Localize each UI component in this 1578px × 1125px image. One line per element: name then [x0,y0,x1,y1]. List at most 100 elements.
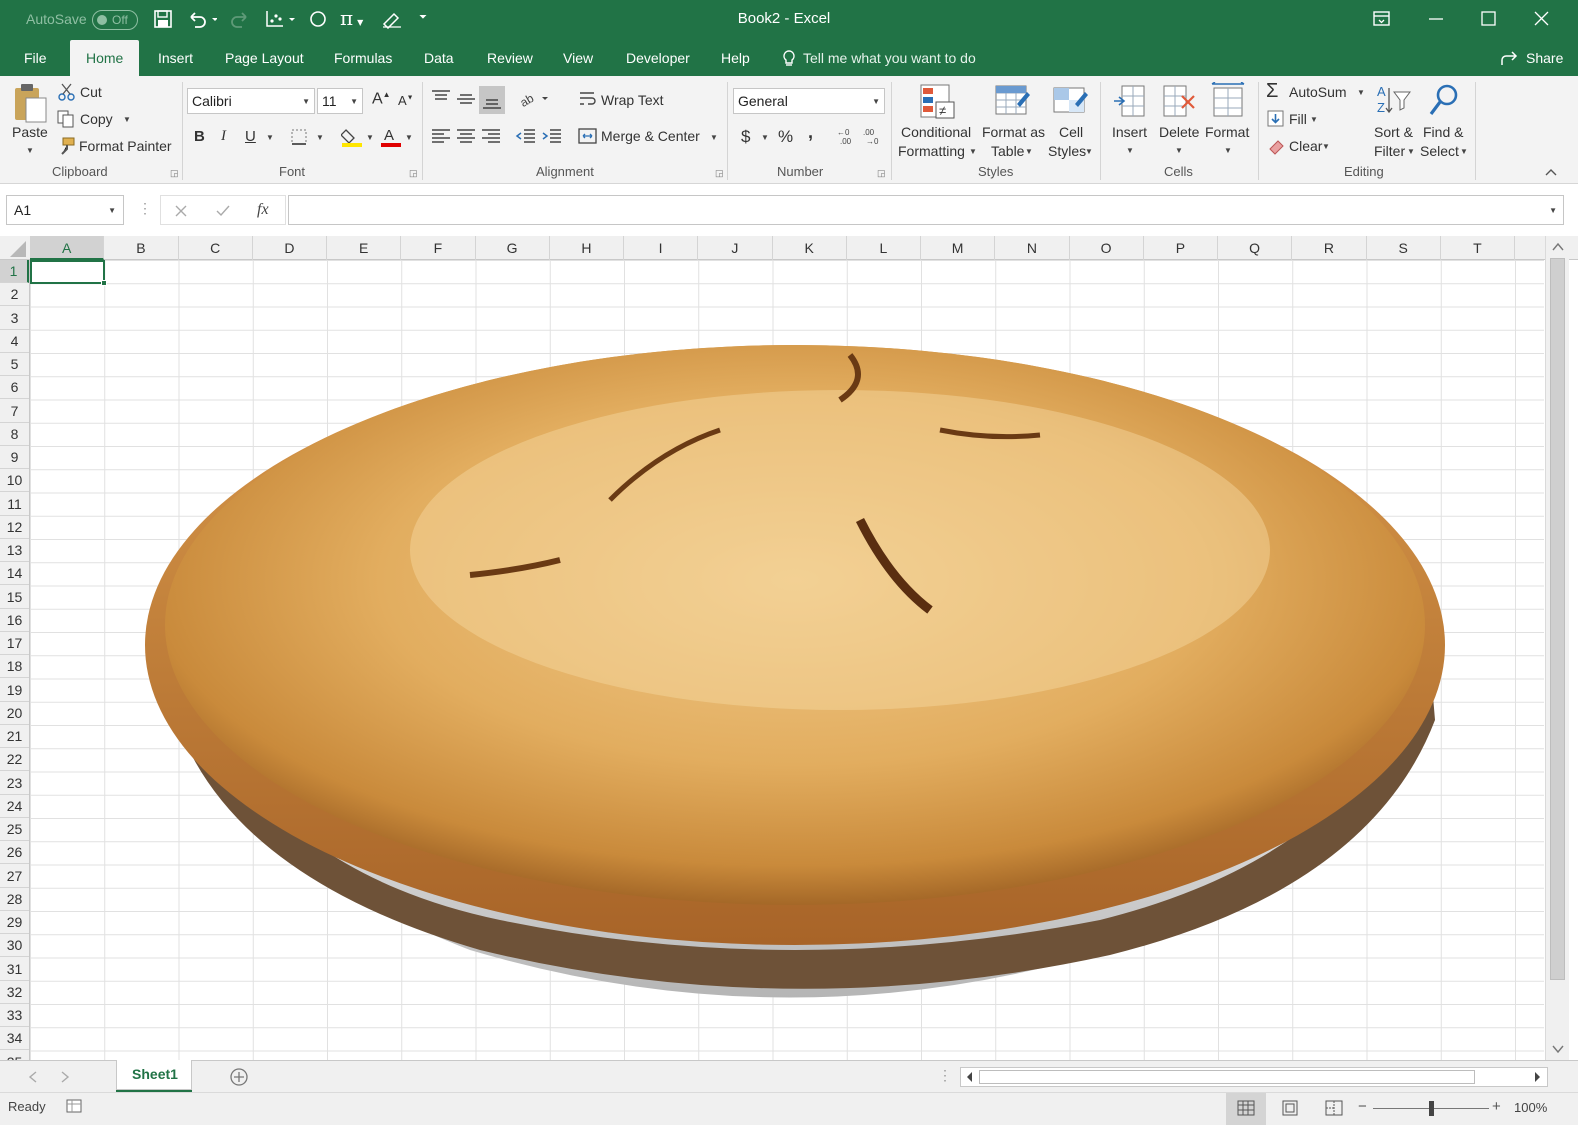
row-header-1[interactable]: 1 [0,260,29,283]
normal-view-button[interactable] [1226,1093,1266,1125]
row-header-21[interactable]: 21 [0,725,29,748]
tell-me-search[interactable]: Tell me what you want to do [803,40,976,76]
row-header-17[interactable]: 17 [0,632,29,655]
share-icon[interactable] [1500,50,1520,68]
next-sheet-icon[interactable] [60,1071,70,1083]
column-header-m[interactable]: M [921,236,996,260]
chevron-down-icon[interactable]: ▼ [1460,147,1468,156]
page-layout-view-icon[interactable] [1281,1100,1299,1116]
find-select-label-1[interactable]: Find & [1423,124,1463,140]
previous-sheet-icon[interactable] [28,1071,38,1083]
bottom-align-button[interactable] [479,86,505,114]
merge-dropdown-icon[interactable]: ▼ [710,133,718,142]
currency-button[interactable]: $ [741,127,750,147]
currency-dropdown-icon[interactable]: ▼ [761,133,769,142]
insert-cells-button[interactable]: Insert [1112,124,1147,140]
borders-icon[interactable] [290,128,310,146]
minimize-icon[interactable] [1426,10,1446,28]
formula-input[interactable]: ▼ [288,195,1564,225]
row-header-26[interactable]: 26 [0,841,29,865]
cell-grid[interactable] [30,260,1544,1060]
font-launcher-icon[interactable]: ◲ [409,168,418,179]
format-painter-button[interactable]: Format Painter [79,138,172,154]
cell-styles-label-2[interactable]: Styles [1048,143,1086,159]
align-center-icon[interactable] [455,126,477,146]
column-header-g[interactable]: G [476,236,550,260]
row-header-16[interactable]: 16 [0,609,29,632]
zoom-in-icon[interactable]: + [1492,1098,1501,1115]
row-header-34[interactable]: 34 [0,1027,29,1051]
clipboard-launcher-icon[interactable]: ◲ [170,168,179,179]
tab-view[interactable]: View [563,40,593,76]
font-color-dropdown-icon[interactable]: ▼ [405,133,413,142]
wrap-text-button[interactable]: Wrap Text [601,92,664,108]
fill-dropdown-icon[interactable]: ▼ [1310,115,1318,124]
autosum-dropdown-icon[interactable]: ▼ [1357,88,1365,97]
top-align-icon[interactable] [430,88,452,108]
row-header-24[interactable]: 24 [0,795,29,818]
zoom-slider-thumb[interactable] [1429,1101,1434,1116]
scatter-chart-icon[interactable] [264,9,298,29]
align-left-icon[interactable] [430,126,452,146]
sheet-tab-sheet1[interactable]: Sheet1 [116,1060,192,1090]
row-header-19[interactable]: 19 [0,679,29,702]
row-header-15[interactable]: 15 [0,586,29,609]
fill-button[interactable]: Fill [1289,111,1307,127]
collapse-ribbon-icon[interactable] [1544,166,1558,178]
tab-insert[interactable]: Insert [158,40,193,76]
autosum-button[interactable]: AutoSum [1289,84,1347,100]
row-header-35[interactable]: 35 [0,1051,29,1061]
increase-decimal-icon[interactable]: ←0.00 [836,126,858,146]
find-select-icon[interactable] [1427,82,1463,122]
scroll-up-icon[interactable] [1552,242,1564,252]
row-header-18[interactable]: 18 [0,655,29,679]
row-header-23[interactable]: 23 [0,772,29,795]
customize-toolbar-icon[interactable]: ⏷ [419,12,427,23]
chevron-down-icon[interactable]: ▼ [1126,146,1134,155]
format-cells-icon[interactable] [1210,82,1246,122]
column-header-f[interactable]: F [401,236,476,260]
format-cells-button[interactable]: Format [1205,124,1249,140]
borders-dropdown-icon[interactable]: ▼ [316,133,324,142]
format-as-table-label-2[interactable]: Table [991,143,1024,159]
chevron-down-icon[interactable]: ▼ [1025,147,1033,156]
fill-color-dropdown-icon[interactable]: ▼ [366,133,374,142]
column-header-j[interactable]: J [698,236,773,260]
cell-styles-label-1[interactable]: Cell [1059,124,1083,140]
chevron-down-icon[interactable]: ▼ [1085,147,1093,156]
column-header-c[interactable]: C [179,236,253,260]
row-header-27[interactable]: 27 [0,865,29,888]
scroll-left-icon[interactable] [964,1071,976,1083]
column-header-s[interactable]: S [1367,236,1441,260]
zoom-slider[interactable] [1373,1101,1489,1116]
italic-button[interactable]: I [221,128,226,145]
column-header-n[interactable]: N [995,236,1070,260]
row-header-9[interactable]: 9 [0,446,29,469]
conditional-formatting-icon[interactable]: ≠ [918,82,958,122]
clear-dropdown-icon[interactable]: ▼ [1322,142,1330,151]
paste-icon[interactable] [12,82,48,126]
bold-button[interactable]: B [194,128,205,145]
share-button[interactable]: Share [1526,40,1563,76]
font-color-icon[interactable]: A [380,126,402,148]
horizontal-scrollbar[interactable] [960,1067,1548,1087]
find-select-label-2[interactable]: Select [1420,143,1459,159]
enter-icon[interactable] [215,203,231,219]
row-header-10[interactable]: 10 [0,469,29,493]
paste-button[interactable]: Paste [12,124,48,140]
column-header-h[interactable]: H [550,236,624,260]
column-header-a[interactable]: A [30,236,105,260]
underline-button[interactable]: U [245,128,256,145]
underline-dropdown-icon[interactable]: ▼ [266,133,274,142]
fill-color-icon[interactable] [341,126,363,148]
copy-dropdown-icon[interactable]: ▼ [123,115,131,124]
insert-function-button[interactable]: fx [257,201,269,219]
orientation-icon[interactable]: ab [517,88,549,108]
tab-developer[interactable]: Developer [626,40,690,76]
cut-icon[interactable] [58,83,76,101]
percent-button[interactable]: % [778,127,793,147]
column-header-r[interactable]: R [1292,236,1367,260]
number-launcher-icon[interactable]: ◲ [877,168,886,179]
active-cell[interactable] [30,260,107,286]
column-header-t[interactable]: T [1441,236,1515,260]
